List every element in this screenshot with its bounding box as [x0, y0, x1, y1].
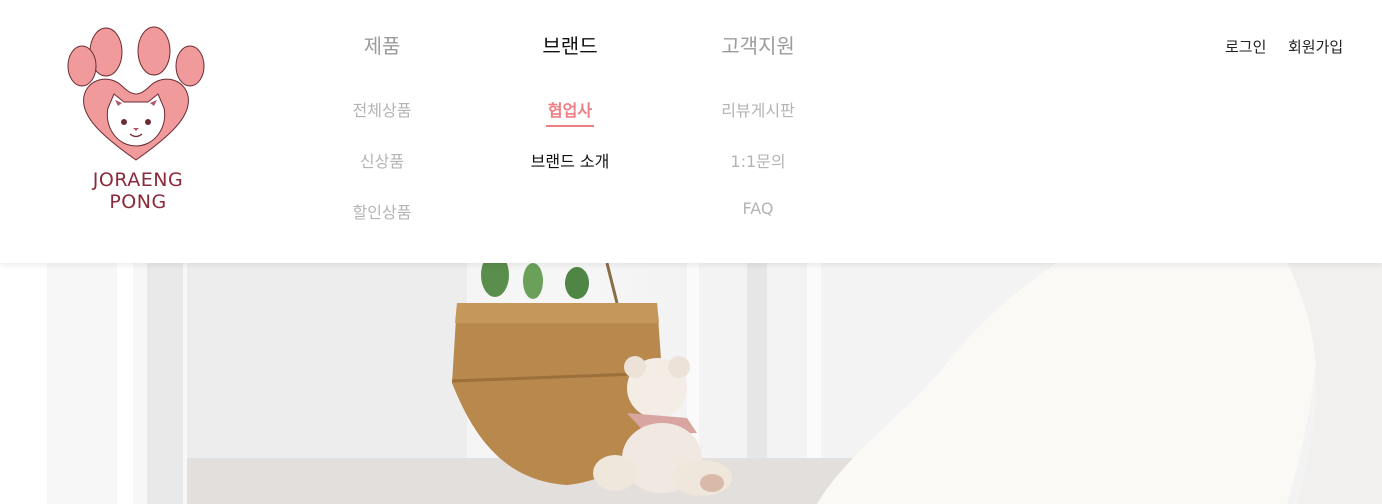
- submenu-sale-products[interactable]: 할인상품: [322, 199, 442, 223]
- submenu-all-products[interactable]: 전체상품: [322, 97, 442, 121]
- nav-brand-label[interactable]: 브랜드: [500, 30, 640, 59]
- nav-support-label[interactable]: 고객지원: [693, 30, 823, 59]
- submenu-brand-intro[interactable]: 브랜드 소개: [500, 148, 640, 172]
- hero-photo-illustration: [47, 263, 1382, 504]
- submenu-new-products[interactable]: 신상품: [322, 148, 442, 172]
- logo[interactable]: JORAENG PONG: [62, 24, 214, 213]
- login-link[interactable]: 로그인: [1225, 36, 1266, 57]
- submenu-partners[interactable]: 협업사: [500, 97, 640, 121]
- active-underline: [546, 125, 594, 127]
- submenu-faq[interactable]: FAQ: [693, 199, 823, 218]
- submenu-inquiry[interactable]: 1:1문의: [693, 148, 823, 172]
- signup-link[interactable]: 회원가입: [1288, 36, 1343, 57]
- nav-products-label[interactable]: 제품: [322, 30, 442, 59]
- hero-image: [47, 263, 1382, 504]
- submenu-reviews[interactable]: 리뷰게시판: [693, 97, 823, 121]
- site-header: JORAENG PONG 제품 전체상품 신상품 할인상품 브랜드 협업사 브랜…: [0, 0, 1382, 263]
- paw-cat-logo-icon: [67, 26, 205, 161]
- logo-text: JORAENG PONG: [92, 169, 184, 213]
